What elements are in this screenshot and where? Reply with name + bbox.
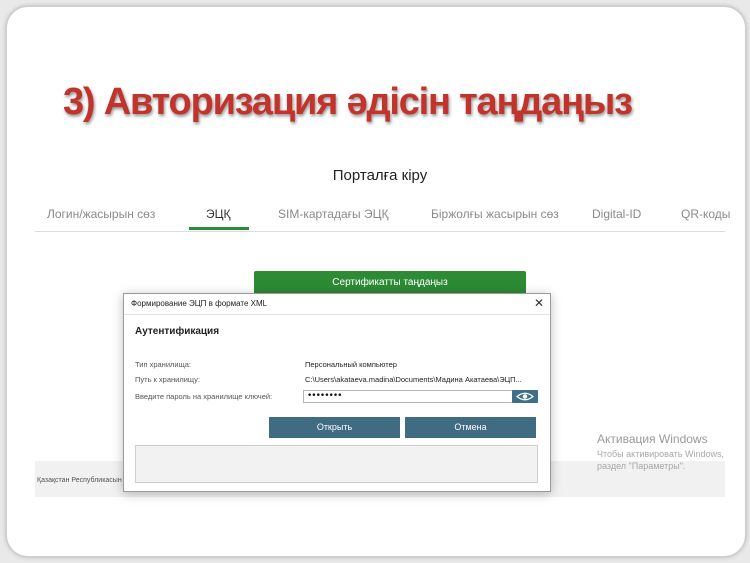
storage-type-value: Персональный компьютер	[305, 360, 397, 369]
tab-qr-code[interactable]: QR-коды	[681, 207, 730, 221]
password-input[interactable]: ••••••••	[303, 390, 516, 403]
xml-signing-dialog: Формирование ЭЦП в формате XML ✕ Аутенти…	[123, 293, 551, 492]
cancel-button[interactable]: Отмена	[405, 417, 536, 438]
storage-path-label: Путь к хранилищу:	[135, 375, 201, 384]
close-icon[interactable]: ✕	[534, 296, 544, 310]
dialog-heading: Аутентификация	[135, 326, 220, 337]
footer-text: Қазақстан Республикасын	[37, 477, 122, 484]
dialog-titlebar: Формирование ЭЦП в формате XML ✕	[124, 294, 550, 315]
open-button[interactable]: Открыть	[269, 417, 400, 438]
dialog-message-area	[135, 445, 538, 483]
tab-sim-eds[interactable]: SIM-картадағы ЭЦҚ	[278, 207, 388, 221]
storage-path-value: C:\Users\akataeva.madina\Documents\Мадин…	[305, 375, 522, 384]
tab-login-password[interactable]: Логин/жасырын сөз	[47, 207, 155, 221]
eye-icon	[516, 392, 534, 401]
dialog-title: Формирование ЭЦП в формате XML	[131, 299, 268, 308]
storage-type-label: Тип хранилища:	[135, 360, 192, 369]
slide-title: 3) Авторизация әдісін таңдаңыз	[63, 81, 633, 123]
password-label: Введите пароль на хранилище ключей:	[135, 392, 273, 401]
watermark-title: Активация Windows	[597, 432, 708, 446]
watermark-line-2: раздел "Параметры".	[597, 461, 686, 471]
active-tab-indicator	[189, 227, 249, 230]
tab-eds[interactable]: ЭЦҚ	[206, 207, 231, 221]
watermark-line-1: Чтобы активировать Windows,	[597, 449, 724, 459]
tab-one-time-password[interactable]: Біржолғы жасырын сөз	[431, 207, 559, 221]
tab-digital-id[interactable]: Digital-ID	[592, 207, 641, 221]
portal-heading: Порталға кіру	[332, 167, 428, 184]
show-password-button[interactable]	[512, 390, 538, 403]
login-tabs: Логин/жасырын сөз ЭЦҚ SIM-картадағы ЭЦҚ …	[35, 203, 730, 232]
select-certificate-button[interactable]: Сертификатты таңдаңыз	[254, 271, 526, 295]
